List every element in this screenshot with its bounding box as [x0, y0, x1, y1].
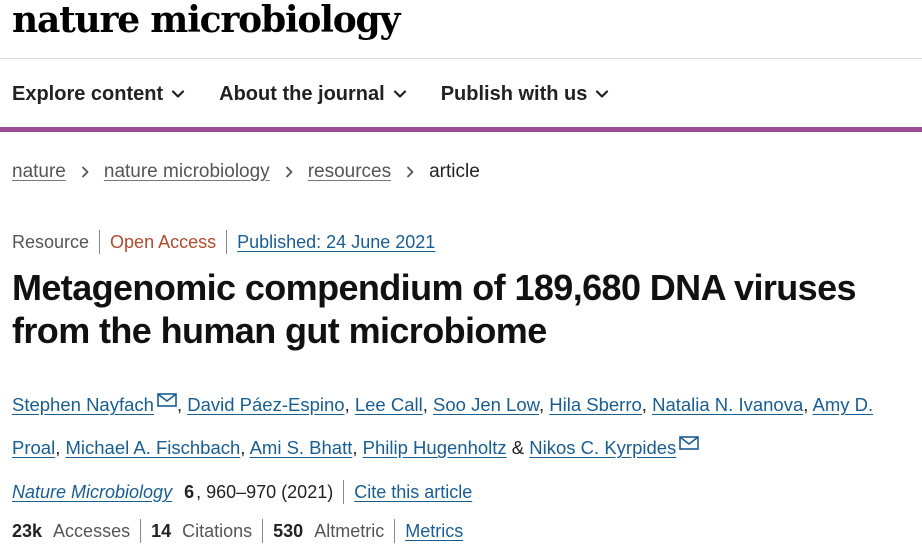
nav-label: Explore content [12, 83, 164, 105]
breadcrumb-nature[interactable]: nature [12, 159, 66, 185]
divider [226, 230, 228, 254]
article-meta: Resource Open Access Published: 24 June … [12, 229, 435, 255]
journal-logo[interactable]: nature microbiology [12, 0, 400, 40]
chevron-right-icon [285, 166, 293, 178]
author-separator: , [422, 394, 434, 415]
divider [99, 230, 101, 254]
author-link[interactable]: Nikos C. Kyrpides [529, 437, 676, 458]
citations-count: 14 [151, 521, 172, 541]
author-link[interactable]: Natalia N. Ivanova [652, 394, 803, 415]
breadcrumb-resources[interactable]: resources [308, 159, 391, 185]
open-access-badge: Open Access [110, 232, 217, 252]
citations-label: Citations [182, 521, 253, 541]
chevron-down-icon [172, 90, 185, 98]
author-separator: , [240, 437, 250, 458]
breadcrumb-nature-microbiology[interactable]: nature microbiology [104, 159, 270, 185]
author-separator: , [803, 394, 813, 415]
chevron-down-icon [393, 90, 406, 98]
citation-line: Nature Microbiology 6 , 960–970 (2021) C… [12, 479, 472, 505]
author-link[interactable]: Lee Call [355, 394, 423, 415]
author-link[interactable]: Ami S. Bhatt [250, 437, 353, 458]
author-separator: , [176, 394, 188, 415]
cite-this-article-link[interactable]: Cite this article [354, 479, 472, 505]
nav-about-journal[interactable]: About the journal [219, 80, 407, 108]
altmetric-label: Altmetric [314, 521, 385, 541]
article-title: Metagenomic compendium of 189,680 DNA vi… [12, 267, 857, 351]
email-icon[interactable] [679, 424, 700, 450]
published-date-link[interactable]: Published: 24 June 2021 [237, 229, 435, 255]
breadcrumb: nature nature microbiology resources art… [12, 159, 480, 185]
author-separator: , [538, 394, 550, 415]
author-separator: , [344, 394, 355, 415]
nav-explore-content[interactable]: Explore content [12, 80, 185, 108]
header-divider [0, 58, 922, 59]
author-separator: , [55, 437, 66, 458]
chevron-right-icon [407, 166, 414, 178]
author-link[interactable]: Soo Jen Low [433, 394, 539, 415]
chevron-right-icon [81, 166, 89, 178]
breadcrumb-current: article [429, 161, 480, 182]
author-link[interactable]: David Páez-Espino [187, 394, 344, 415]
divider [343, 480, 345, 504]
divider [262, 519, 264, 543]
journal-name-link[interactable]: Nature Microbiology [12, 479, 172, 505]
author-link[interactable]: Philip Hugenholtz [363, 437, 507, 458]
pages-year: , 960–970 (2021) [196, 482, 334, 502]
divider [394, 519, 396, 543]
author-list: Stephen Nayfach, David Páez-Espino, Lee … [12, 381, 917, 467]
author-link[interactable]: Michael A. Fischbach [65, 437, 240, 458]
nav-publish-with-us[interactable]: Publish with us [441, 80, 610, 108]
divider [140, 519, 142, 543]
metrics-link[interactable]: Metrics [405, 518, 463, 544]
chevron-down-icon [596, 90, 609, 98]
article-type: Resource [12, 232, 90, 252]
author-link[interactable]: Stephen Nayfach [12, 394, 154, 415]
main-nav: Explore content About the journal Publis… [12, 80, 609, 108]
accent-bar [0, 127, 922, 132]
article-metrics: 23k Accesses 14 Citations 530 Altmetric … [12, 518, 463, 544]
nav-label: Publish with us [440, 83, 588, 105]
accesses-count: 23k [12, 521, 43, 541]
author-link[interactable]: Hila Sberro [549, 394, 642, 415]
nav-label: About the journal [219, 83, 385, 105]
author-separator: , [352, 437, 363, 458]
author-separator: & [506, 437, 530, 458]
accesses-label: Accesses [53, 521, 131, 541]
altmetric-score: 530 [273, 521, 304, 541]
email-icon[interactable] [157, 381, 177, 407]
volume: 6 [184, 482, 195, 502]
author-separator: , [641, 394, 653, 415]
